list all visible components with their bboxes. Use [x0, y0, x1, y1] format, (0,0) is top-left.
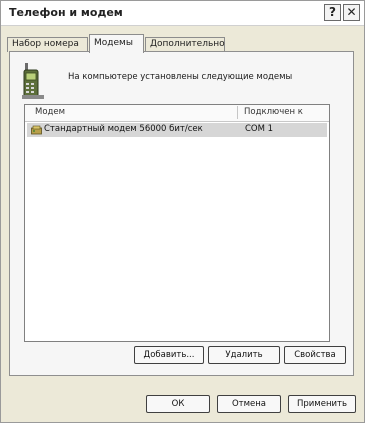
tab-dialing[interactable]: Набор номера	[7, 37, 88, 52]
window-title: Телефон и модем	[9, 6, 123, 19]
cancel-button[interactable]: Отмена	[217, 395, 281, 413]
tab-modems[interactable]: Модемы	[89, 34, 144, 53]
table-row[interactable]: Стандартный модем 56000 бит/сек COM 1	[27, 123, 327, 137]
help-button[interactable]: ?	[324, 4, 341, 21]
info-text: На компьютере установлены следующие моде…	[68, 72, 293, 82]
apply-button[interactable]: Применить	[288, 395, 356, 413]
column-divider[interactable]	[237, 106, 238, 119]
modems-list[interactable]: Модем Подключен к Стандартный модем 5600…	[24, 104, 330, 342]
add-button[interactable]: Добавить...	[134, 346, 204, 364]
modem-name: Стандартный модем 56000 бит/сек	[44, 124, 203, 134]
ok-button[interactable]: ОК	[146, 395, 210, 413]
tab-advanced[interactable]: Дополнительно	[145, 37, 225, 52]
column-header-modem[interactable]: Модем	[35, 107, 65, 117]
properties-button[interactable]: Свойства	[284, 346, 346, 364]
list-header: Модем Подключен к	[25, 105, 329, 122]
phone-icon	[22, 63, 44, 99]
close-button[interactable]: ✕	[343, 4, 360, 21]
modems-panel: На компьютере установлены следующие моде…	[9, 51, 354, 376]
column-header-port[interactable]: Подключен к	[244, 107, 303, 117]
phone-modem-dialog: Телефон и модем ? ✕ Набор номера Модемы …	[0, 0, 365, 423]
modem-icon	[31, 125, 42, 135]
title-bar[interactable]: Телефон и модем ? ✕	[1, 1, 364, 26]
modem-port: COM 1	[245, 124, 274, 134]
delete-button[interactable]: Удалить	[208, 346, 280, 364]
